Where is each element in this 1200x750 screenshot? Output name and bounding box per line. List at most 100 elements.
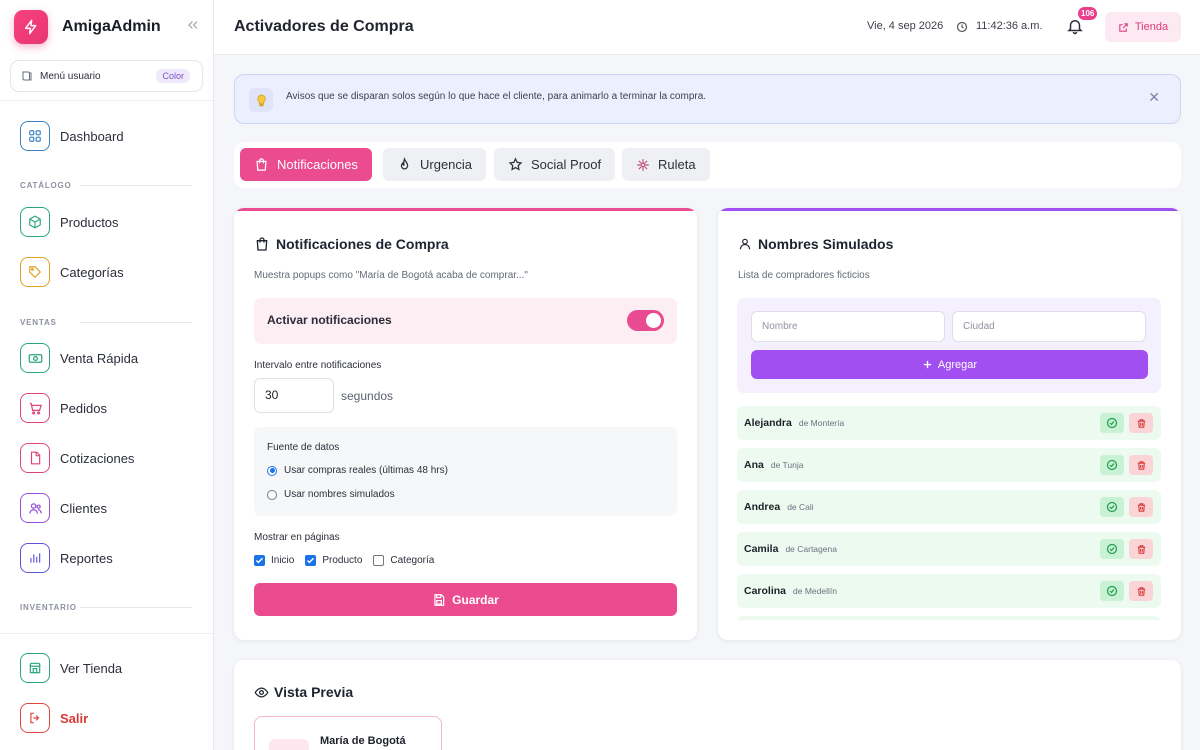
enable-notifications-row: Activar notificaciones bbox=[254, 298, 677, 344]
radio-button[interactable] bbox=[267, 489, 277, 500]
checkbox-inicio[interactable]: Inicio bbox=[254, 555, 294, 566]
add-name-form: Nombre Ciudad Agregar bbox=[737, 298, 1161, 393]
city-label: de Montería bbox=[798, 418, 845, 428]
save-button[interactable]: Guardar bbox=[254, 583, 677, 616]
wheel-icon bbox=[637, 158, 649, 171]
sidebar-item-categorias[interactable]: Categorías bbox=[20, 257, 200, 287]
sidebar-item-dashboard[interactable]: Dashboard bbox=[20, 121, 200, 151]
enable-notifications-toggle[interactable] bbox=[627, 310, 664, 331]
pages-checkboxes: Inicio Producto Categoría bbox=[254, 555, 445, 566]
check-circle-icon[interactable] bbox=[1100, 539, 1124, 559]
check-circle-icon[interactable] bbox=[1100, 497, 1124, 517]
checkbox[interactable] bbox=[254, 555, 265, 566]
color-badge[interactable]: Color bbox=[156, 69, 190, 83]
lightbulb-icon bbox=[249, 88, 273, 112]
store-icon bbox=[20, 653, 50, 683]
name-label: Alejandra bbox=[744, 417, 792, 429]
tab-notificaciones[interactable]: Notificaciones bbox=[240, 148, 372, 181]
card-accent-bar bbox=[234, 208, 697, 211]
sidebar-item-clientes[interactable]: Clientes bbox=[20, 493, 200, 523]
page-title: Activadores de Compra bbox=[234, 18, 414, 35]
brand[interactable]: AmigaAdmin bbox=[14, 10, 200, 44]
checkbox[interactable] bbox=[305, 555, 317, 566]
header-date: Vie, 4 sep 2026 bbox=[867, 20, 944, 32]
trash-icon[interactable] bbox=[1129, 581, 1153, 601]
city-label: de Medellín bbox=[793, 586, 837, 596]
notifications-card: Notificaciones de Compra Muestra popups … bbox=[234, 208, 697, 640]
shop-button[interactable]: Tienda bbox=[1105, 12, 1181, 42]
preview-title: Vista Previa bbox=[254, 684, 353, 700]
sidebar-item-productos[interactable]: Productos bbox=[20, 207, 200, 237]
checkbox-producto[interactable]: Producto bbox=[305, 555, 362, 566]
trash-icon[interactable] bbox=[1129, 455, 1153, 475]
interval-units: segundos bbox=[341, 389, 394, 403]
add-name-button[interactable]: Agregar bbox=[751, 350, 1148, 379]
info-banner: Avisos que se disparan solos según lo qu… bbox=[234, 74, 1181, 124]
simulated-names-card: Nombres Simulados Lista de compradores f… bbox=[718, 208, 1181, 640]
city-input[interactable]: Ciudad bbox=[952, 311, 1146, 342]
sidebar-item-pedidos[interactable]: Pedidos bbox=[20, 393, 200, 423]
section-label-ventas: VENTAS bbox=[20, 318, 57, 327]
user-menu[interactable]: Menú usuario Color bbox=[10, 60, 203, 92]
clock-icon bbox=[956, 20, 968, 38]
name-label: Ana bbox=[744, 459, 764, 471]
check-circle-icon[interactable] bbox=[1100, 455, 1124, 475]
list-item: Carolina de Medellín bbox=[737, 574, 1161, 608]
interval-input[interactable]: 30 bbox=[254, 378, 334, 413]
sidebar-item-reportes[interactable]: Reportes bbox=[20, 543, 200, 573]
interval-label: Intervalo entre notificaciones bbox=[254, 360, 382, 371]
notifications-card-title: Notificaciones de Compra bbox=[254, 236, 449, 252]
checkbox-categoria[interactable]: Categoría bbox=[373, 555, 434, 566]
shopping-bag-icon bbox=[256, 237, 268, 251]
city-label: de Cali bbox=[787, 502, 814, 512]
section-label-inventario: INVENTARIO bbox=[20, 603, 77, 612]
plus-icon bbox=[923, 360, 932, 369]
bar-chart-icon bbox=[20, 543, 50, 573]
sidebar-item-salir[interactable]: Salir bbox=[20, 703, 200, 733]
tag-icon bbox=[20, 257, 50, 287]
trash-icon[interactable] bbox=[1129, 413, 1153, 433]
names-card-subtitle: Lista de compradores ficticios bbox=[738, 270, 870, 281]
book-icon bbox=[22, 71, 32, 81]
sidebar-item-venta-rapida[interactable]: Venta Rápida bbox=[20, 343, 200, 373]
top-header: Activadores de Compra Vie, 4 sep 2026 11… bbox=[214, 0, 1200, 55]
tab-urgencia[interactable]: Urgencia bbox=[383, 148, 487, 181]
star-icon bbox=[508, 157, 523, 171]
flame-icon bbox=[400, 157, 409, 170]
tab-social-proof[interactable]: Social Proof bbox=[494, 148, 616, 181]
checkbox[interactable] bbox=[373, 555, 385, 566]
simulated-names-list[interactable]: Alejandra de Montería Ana de Tunja Andrea d… bbox=[737, 406, 1161, 620]
radio-button[interactable] bbox=[267, 465, 277, 476]
collapse-sidebar-icon[interactable] bbox=[186, 18, 200, 35]
pages-label: Mostrar en páginas bbox=[254, 532, 340, 543]
names-card-title: Nombres Simulados bbox=[738, 236, 893, 252]
preview-popup: María de Bogotá bbox=[254, 716, 442, 750]
bell-icon[interactable] bbox=[1066, 17, 1084, 40]
sidebar-item-label: Dashboard bbox=[60, 128, 124, 144]
check-circle-icon[interactable] bbox=[1100, 413, 1124, 433]
notifications-card-subtitle: Muestra popups como "María de Bogotá aca… bbox=[254, 270, 528, 281]
sidebar-item-label: Categorías bbox=[60, 264, 124, 280]
radio-real-purchases[interactable]: Usar compras reales (últimas 48 hrs) bbox=[267, 465, 448, 476]
trash-icon[interactable] bbox=[1129, 539, 1153, 559]
tab-ruleta[interactable]: Ruleta bbox=[622, 148, 710, 181]
list-item: Andrea de Cali bbox=[737, 490, 1161, 524]
sidebar-divider bbox=[0, 100, 213, 101]
city-label: de Tunja bbox=[770, 460, 804, 470]
name-input[interactable]: Nombre bbox=[751, 311, 945, 342]
box-icon bbox=[20, 207, 50, 237]
section-label-catalogo: CATÁLOGO bbox=[20, 181, 72, 190]
trash-icon[interactable] bbox=[1129, 497, 1153, 517]
lightning-icon bbox=[14, 10, 48, 44]
grid-icon bbox=[20, 121, 50, 151]
name-label: Camila bbox=[744, 543, 779, 555]
close-icon[interactable]: ✕ bbox=[1148, 89, 1160, 106]
radio-simulated-names[interactable]: Usar nombres simulados bbox=[267, 489, 395, 500]
sidebar-item-cotizaciones[interactable]: Cotizaciones bbox=[20, 443, 200, 473]
sidebar-item-label: Cotizaciones bbox=[60, 450, 135, 466]
sidebar-item-ver-tienda[interactable]: Ver Tienda bbox=[20, 653, 200, 683]
check-circle-icon[interactable] bbox=[1100, 581, 1124, 601]
preview-card: Vista Previa María de Bogotá bbox=[234, 660, 1181, 750]
section-divider bbox=[80, 607, 192, 608]
sidebar-item-label: Salir bbox=[60, 710, 89, 726]
